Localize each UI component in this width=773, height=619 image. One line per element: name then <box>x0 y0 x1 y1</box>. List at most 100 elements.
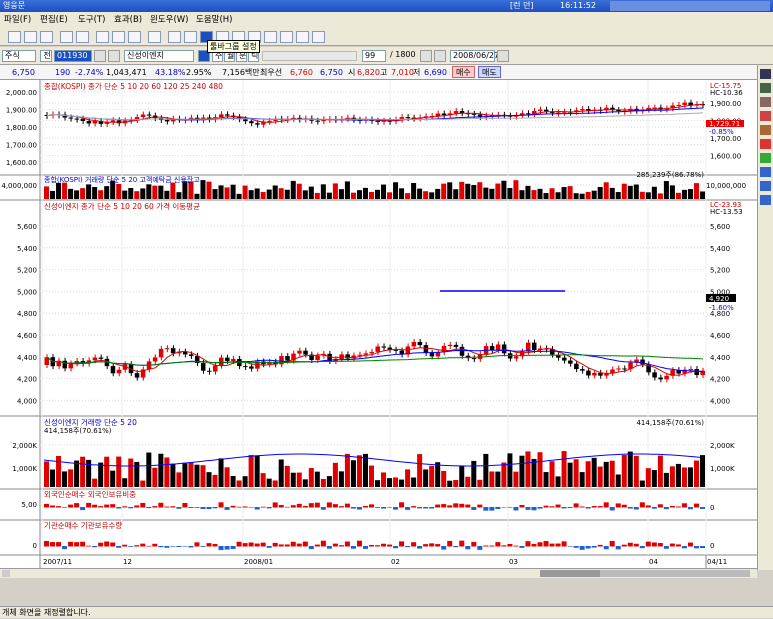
inst-bar <box>411 542 417 547</box>
paste-icon[interactable] <box>128 31 141 43</box>
chart-icon[interactable] <box>168 31 181 43</box>
search-icon[interactable] <box>94 50 106 62</box>
tool-icon-3[interactable] <box>760 97 771 107</box>
undo-icon[interactable] <box>60 31 73 43</box>
chart-area[interactable]: 2,000.00 1,900.00 1,800.00 1,700.00 1,600.00… <box>0 80 757 570</box>
kospi-volume-bar <box>543 193 549 199</box>
bid-2: 6,750 <box>320 68 343 77</box>
cut-icon[interactable] <box>96 31 109 43</box>
volume-bar <box>681 467 687 487</box>
interval-buttons[interactable] <box>262 51 357 61</box>
menu-tools[interactable]: 도구(T) <box>78 12 105 28</box>
redo-icon[interactable] <box>76 31 89 43</box>
kospi-volume-bar <box>188 181 194 199</box>
kospi-volume-bar <box>272 185 278 199</box>
tool-icon-10[interactable] <box>760 195 771 205</box>
zoom-controls[interactable] <box>600 570 750 577</box>
tool-icon-9[interactable] <box>760 181 771 191</box>
buy-button[interactable]: 매수 <box>452 66 475 78</box>
kospi-candle <box>544 109 549 112</box>
volume-bar <box>429 465 435 487</box>
arrows-icon[interactable] <box>296 31 309 43</box>
all-button[interactable]: 전 <box>40 50 52 62</box>
inst-bar <box>627 542 633 547</box>
volume-bar <box>284 465 290 487</box>
volume-bar <box>603 461 609 487</box>
inst-bar <box>693 546 699 549</box>
price-candle <box>231 358 236 362</box>
trade-amount: 7,156백만 <box>222 68 260 77</box>
kospi-candle <box>219 114 224 118</box>
scroll-nav-buttons[interactable] <box>540 570 600 577</box>
price-left-tick-label: 5,600 <box>17 223 37 231</box>
menu-file[interactable]: 파일(F) <box>4 12 31 28</box>
price-candle <box>152 357 158 362</box>
foreign-bar <box>50 505 56 508</box>
tool-icon-5[interactable] <box>760 125 771 135</box>
chart-scrollbar[interactable] <box>0 568 757 578</box>
kospi-volume-bar <box>170 182 176 199</box>
kospi-volume-bar <box>579 193 585 199</box>
tool-icon-8[interactable] <box>760 167 771 177</box>
kospi-volume-bar <box>266 189 272 199</box>
kospi-volume-bar <box>645 192 651 199</box>
calendar-icon[interactable] <box>434 50 446 62</box>
kospi-candle <box>86 120 92 124</box>
kospi-volume-bar <box>80 188 86 199</box>
menu-effects[interactable]: 효과(B) <box>114 12 142 28</box>
volume-bar <box>477 479 483 487</box>
scroll-left-icon[interactable] <box>2 570 10 577</box>
date-input[interactable]: 2008/06/27 <box>450 50 499 62</box>
copy-icon[interactable] <box>112 31 125 43</box>
volume-bar <box>116 456 122 487</box>
kospi-left-tick-label: 1,900.00 <box>6 107 37 115</box>
menu-window[interactable]: 윈도우(W) <box>150 12 189 28</box>
tool-icon-1[interactable] <box>760 69 771 79</box>
menu-help[interactable]: 도움말(H) <box>196 12 232 28</box>
volume-right-label: 414,158주(70.61%) <box>636 419 704 427</box>
link-icon[interactable] <box>108 50 120 62</box>
kospi-volume-bar <box>92 186 98 199</box>
kospi-volume-bar <box>387 192 393 199</box>
foreign-bar <box>573 503 579 508</box>
menu-edit[interactable]: 편집(E) <box>40 12 68 28</box>
foreign-bar <box>453 503 459 508</box>
kospi-volume-bar <box>350 192 356 199</box>
save-icon[interactable] <box>40 31 53 43</box>
kospi-volume-bar <box>393 182 399 199</box>
foreign-bar <box>657 504 663 508</box>
indicator-icon[interactable] <box>184 31 197 43</box>
title-bar-icons[interactable] <box>610 1 770 11</box>
kospi-volume-bar <box>218 185 224 199</box>
price-candle <box>357 354 362 356</box>
foreign-bar <box>140 502 146 508</box>
inst-bar <box>423 544 429 547</box>
xaxis-label: 04 <box>649 558 658 566</box>
tool-icon-6[interactable] <box>760 139 771 149</box>
price-candle <box>134 373 140 378</box>
date-dropdown-icon[interactable] <box>497 50 509 62</box>
settings-icon[interactable] <box>280 31 293 43</box>
kospi-volume-bar <box>128 187 134 199</box>
count-input[interactable]: 99 <box>362 50 386 62</box>
new-icon[interactable] <box>8 31 21 43</box>
foreign-bar <box>603 502 609 508</box>
market-select[interactable]: 주식 <box>2 50 36 62</box>
tool-icon-2[interactable] <box>760 83 771 93</box>
foreign-bar <box>260 506 266 508</box>
code-input[interactable]: 011930 <box>54 50 92 62</box>
crosshair-icon[interactable] <box>148 31 161 43</box>
inst-bar <box>248 542 254 547</box>
kospi-volume-bar <box>62 182 68 199</box>
tool-icon-7[interactable] <box>760 153 771 163</box>
tool-icon-4[interactable] <box>760 111 771 121</box>
hash-icon[interactable] <box>264 31 277 43</box>
refresh-icon[interactable] <box>420 50 432 62</box>
price-candle <box>489 346 495 351</box>
inst-bar <box>453 546 459 548</box>
inst-bar <box>435 544 441 547</box>
inst-bar <box>350 546 356 549</box>
print-icon[interactable] <box>312 31 325 43</box>
sell-button[interactable]: 매도 <box>478 66 501 78</box>
open-icon[interactable] <box>24 31 37 43</box>
